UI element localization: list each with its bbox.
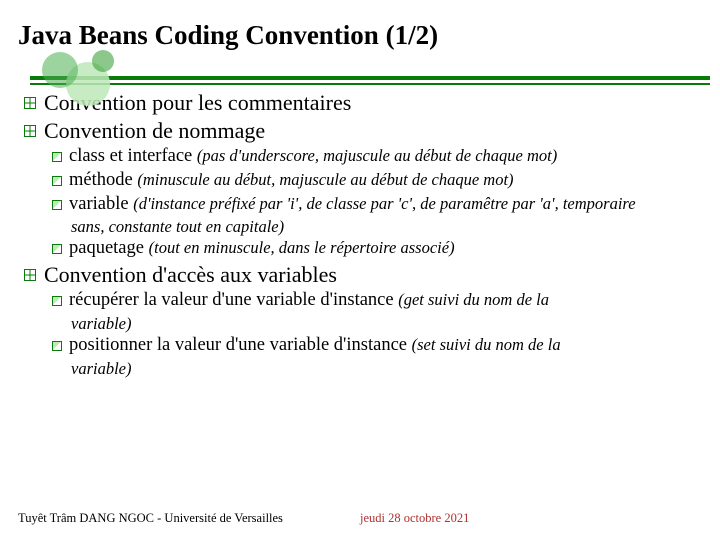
- list-item: méthode (minuscule au début, majuscule a…: [52, 169, 702, 193]
- list-item: Convention d'accès aux variables: [24, 261, 702, 289]
- item-note-continuation: variable): [71, 358, 702, 379]
- bullet-icon: [24, 125, 36, 137]
- bullet-icon: [52, 341, 62, 351]
- item-text: Convention de nommage: [44, 117, 702, 145]
- list-item: Convention pour les commentaires: [24, 89, 702, 117]
- bullet-icon: [52, 152, 62, 162]
- title-rule: [30, 76, 710, 85]
- bullet-icon: [52, 244, 62, 254]
- bullet-icon: [52, 296, 62, 306]
- list-item: class et interface (pas d'underscore, ma…: [52, 145, 702, 169]
- item-text: paquetage (tout en minuscule, dans le ré…: [69, 237, 702, 261]
- item-text: Convention pour les commentaires: [44, 89, 702, 117]
- item-note-continuation: sans, constante tout en capitale): [71, 216, 702, 237]
- list-item: positionner la valeur d'une variable d'i…: [52, 334, 702, 358]
- footer: Tuyêt Trâm DANG NGOC - Université de Ver…: [18, 511, 702, 526]
- footer-author: Tuyêt Trâm DANG NGOC - Université de Ver…: [18, 511, 360, 526]
- content-area: Convention pour les commentaires Convent…: [18, 89, 702, 379]
- list-item: récupérer la valeur d'une variable d'ins…: [52, 289, 702, 313]
- bullet-icon: [24, 269, 36, 281]
- bullet-icon: [24, 97, 36, 109]
- item-text: class et interface (pas d'underscore, ma…: [69, 145, 702, 169]
- bullet-icon: [52, 200, 62, 210]
- item-note-continuation: variable): [71, 313, 702, 334]
- item-text: variable (d'instance préfixé par 'i', de…: [69, 193, 702, 217]
- item-text: positionner la valeur d'une variable d'i…: [69, 334, 702, 358]
- bullet-icon: [52, 176, 62, 186]
- footer-date: jeudi 28 octobre 2021: [360, 511, 469, 526]
- list-item: paquetage (tout en minuscule, dans le ré…: [52, 237, 702, 261]
- slide-title: Java Beans Coding Convention (1/2): [18, 20, 702, 51]
- item-text: récupérer la valeur d'une variable d'ins…: [69, 289, 702, 313]
- item-text: méthode (minuscule au début, majuscule a…: [69, 169, 702, 193]
- list-item: variable (d'instance préfixé par 'i', de…: [52, 193, 702, 217]
- list-item: Convention de nommage: [24, 117, 702, 145]
- item-text: Convention d'accès aux variables: [44, 261, 702, 289]
